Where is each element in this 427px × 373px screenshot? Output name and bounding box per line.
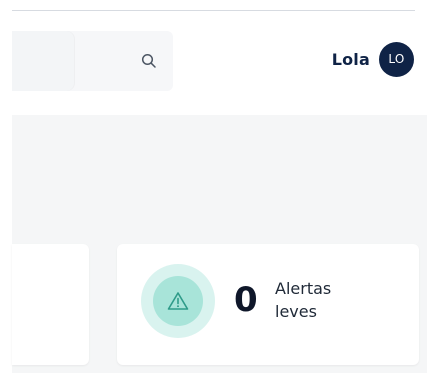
mild-alerts-label: Alertas leves (275, 277, 331, 323)
avatar[interactable]: LO (379, 41, 414, 77)
mild-alerts-label-line1: Alertas (275, 279, 332, 298)
mild-alerts-label-line2: leves (275, 302, 317, 321)
partial-card-label: tas ias (12, 277, 77, 323)
search-icon (141, 53, 156, 68)
mild-alerts-card[interactable]: 0 Alertas leves (117, 244, 419, 365)
alert-card-partial[interactable]: tas ias (12, 244, 89, 365)
top-header: Lola LO (0, 11, 427, 115)
main-content: tas ias 0 Alertas leves (12, 115, 427, 373)
avatar-initials: LO (388, 52, 405, 66)
user-menu[interactable]: Lola LO (332, 41, 414, 77)
search-button[interactable] (137, 49, 161, 73)
user-name: Lola (331, 49, 370, 69)
warning-icon (167, 292, 189, 310)
mild-alerts-count: 0 (234, 280, 258, 320)
dashboard-page: Lola LO tas ias 0 (0, 0, 427, 373)
warning-icon-badge (141, 264, 215, 338)
search-input[interactable] (12, 31, 74, 91)
search-bar (12, 31, 173, 91)
